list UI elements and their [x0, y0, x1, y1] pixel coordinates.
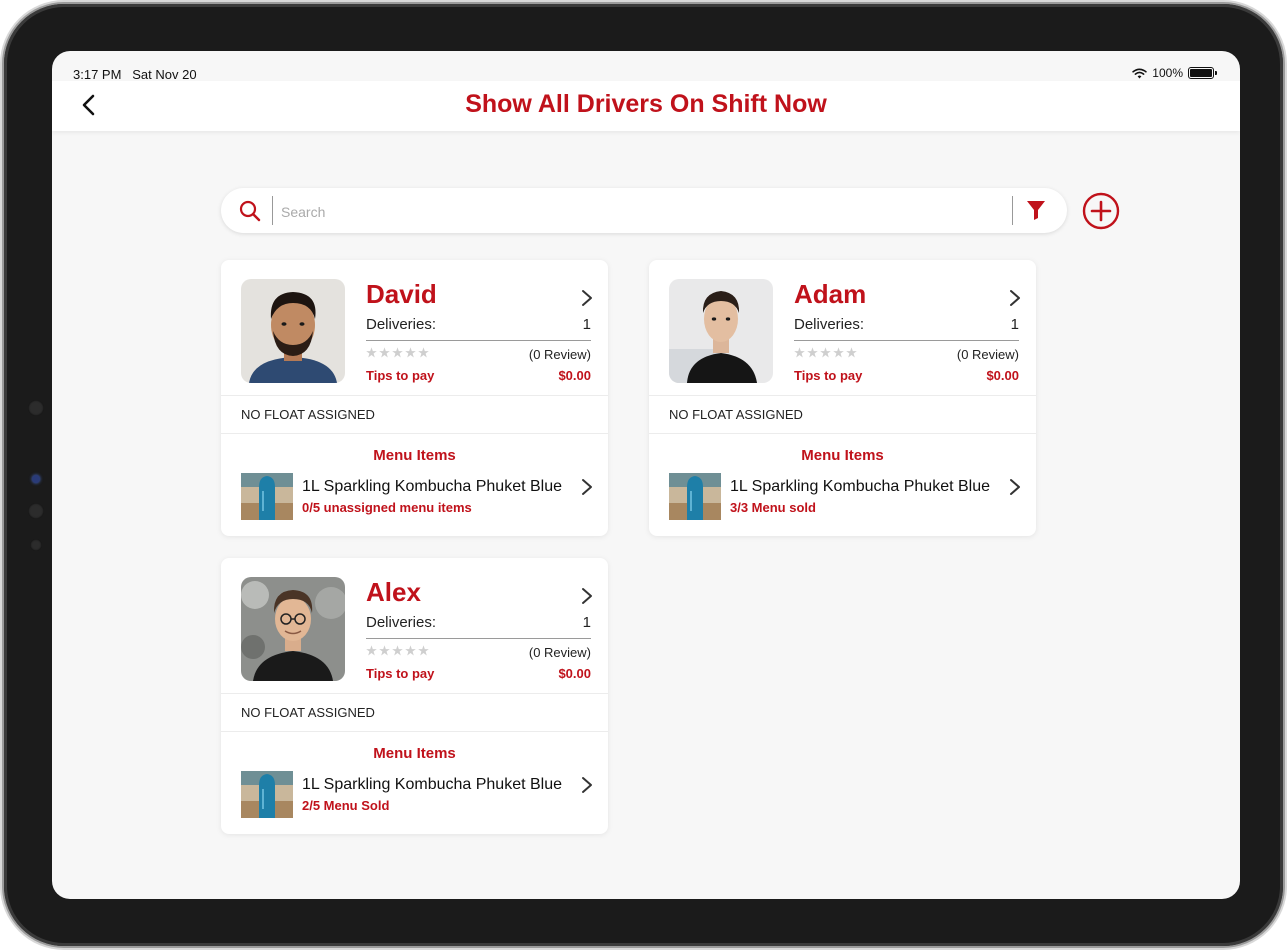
app-screen: 3:17 PM Sat Nov 20 100% Show All Drivers…: [52, 51, 1240, 899]
star-icon: [379, 645, 390, 656]
chevron-right-icon[interactable]: [581, 776, 593, 794]
page-title: Show All Drivers On Shift Now: [465, 90, 827, 118]
review-count: (0 Review): [528, 645, 591, 660]
tips-amount: $0.00: [986, 368, 1019, 383]
star-icon: [405, 347, 416, 358]
side-dot: [28, 503, 44, 519]
star-rating: [366, 347, 429, 358]
status-date: Sat Nov 20: [132, 67, 197, 82]
status-right: 100%: [1132, 66, 1217, 80]
tips-label: Tips to pay: [366, 666, 435, 681]
camera-icon: [32, 475, 40, 483]
tips-amount: $0.00: [558, 666, 591, 681]
driver-photo: [241, 279, 345, 383]
menu-item-image: [241, 771, 293, 818]
deliveries-label: Deliveries:: [366, 316, 437, 333]
wifi-icon: [1132, 68, 1147, 78]
driver-card[interactable]: David Deliveries: 1 (0 Review) Tips to p…: [221, 260, 608, 536]
driver-name: Alex: [366, 577, 421, 607]
chevron-right-icon[interactable]: [1009, 478, 1021, 496]
plus-circle-icon[interactable]: [1082, 192, 1120, 230]
divider: [794, 340, 1019, 341]
chevron-right-icon[interactable]: [581, 587, 593, 605]
chevron-right-icon[interactable]: [581, 478, 593, 496]
nav-bar: Show All Drivers On Shift Now: [52, 81, 1240, 131]
tips-label: Tips to pay: [794, 368, 863, 383]
star-icon: [418, 347, 429, 358]
filter-icon[interactable]: [1027, 201, 1045, 220]
star-icon: [366, 645, 377, 656]
divider: [221, 693, 608, 694]
star-icon: [833, 347, 844, 358]
divider: [1012, 196, 1013, 225]
star-icon: [405, 645, 416, 656]
driver-name: Adam: [794, 279, 867, 309]
divider: [221, 395, 608, 396]
chevron-right-icon[interactable]: [1009, 289, 1021, 307]
divider: [221, 731, 608, 732]
status-time: 3:17 PM: [73, 67, 122, 82]
menu-item-name: 1L Sparkling Kombucha Phuket Blue: [302, 776, 563, 793]
search-input[interactable]: [279, 196, 1003, 227]
tips-amount: $0.00: [558, 368, 591, 383]
side-dot: [28, 400, 44, 416]
driver-photo: [669, 279, 773, 383]
star-icon: [846, 347, 857, 358]
review-count: (0 Review): [528, 347, 591, 362]
menu-items-title: Menu Items: [373, 447, 456, 464]
battery-percent: 100%: [1152, 66, 1183, 80]
divider: [366, 340, 591, 341]
deliveries-count: 1: [582, 316, 591, 333]
float-status: NO FLOAT ASSIGNED: [669, 407, 803, 422]
battery-icon: [1188, 67, 1217, 79]
star-icon: [807, 347, 818, 358]
star-icon: [418, 645, 429, 656]
search-bar: [221, 188, 1067, 233]
tips-label: Tips to pay: [366, 368, 435, 383]
deliveries-count: 1: [582, 614, 591, 631]
divider: [221, 433, 608, 434]
divider: [272, 196, 273, 225]
deliveries-label: Deliveries:: [794, 316, 865, 333]
menu-items-title: Menu Items: [801, 447, 884, 464]
divider: [649, 433, 1036, 434]
float-status: NO FLOAT ASSIGNED: [241, 705, 375, 720]
driver-card[interactable]: Adam Deliveries: 1 (0 Review) Tips to pa…: [649, 260, 1036, 536]
review-count: (0 Review): [956, 347, 1019, 362]
deliveries-label: Deliveries:: [366, 614, 437, 631]
star-icon: [392, 645, 403, 656]
float-status: NO FLOAT ASSIGNED: [241, 407, 375, 422]
star-icon: [820, 347, 831, 358]
menu-item-image: [241, 473, 293, 520]
menu-item-status: 3/3 Menu sold: [730, 500, 816, 515]
star-icon: [392, 347, 403, 358]
driver-name: David: [366, 279, 437, 309]
star-rating: [794, 347, 857, 358]
deliveries-count: 1: [1010, 316, 1019, 333]
star-icon: [794, 347, 805, 358]
search-icon: [239, 200, 261, 222]
side-dot: [30, 539, 42, 551]
star-icon: [366, 347, 377, 358]
star-icon: [379, 347, 390, 358]
divider: [649, 395, 1036, 396]
menu-items-title: Menu Items: [373, 745, 456, 762]
menu-item-name: 1L Sparkling Kombucha Phuket Blue: [302, 478, 563, 495]
menu-item-status: 0/5 unassigned menu items: [302, 500, 472, 515]
menu-item-status: 2/5 Menu Sold: [302, 798, 390, 813]
menu-item-image: [669, 473, 721, 520]
driver-card[interactable]: Alex Deliveries: 1 (0 Review) Tips to pa…: [221, 558, 608, 834]
star-rating: [366, 645, 429, 656]
divider: [366, 638, 591, 639]
menu-item-name: 1L Sparkling Kombucha Phuket Blue: [730, 478, 991, 495]
chevron-right-icon[interactable]: [581, 289, 593, 307]
driver-photo: [241, 577, 345, 681]
status-bar: 3:17 PM Sat Nov 20 100%: [52, 51, 1240, 85]
